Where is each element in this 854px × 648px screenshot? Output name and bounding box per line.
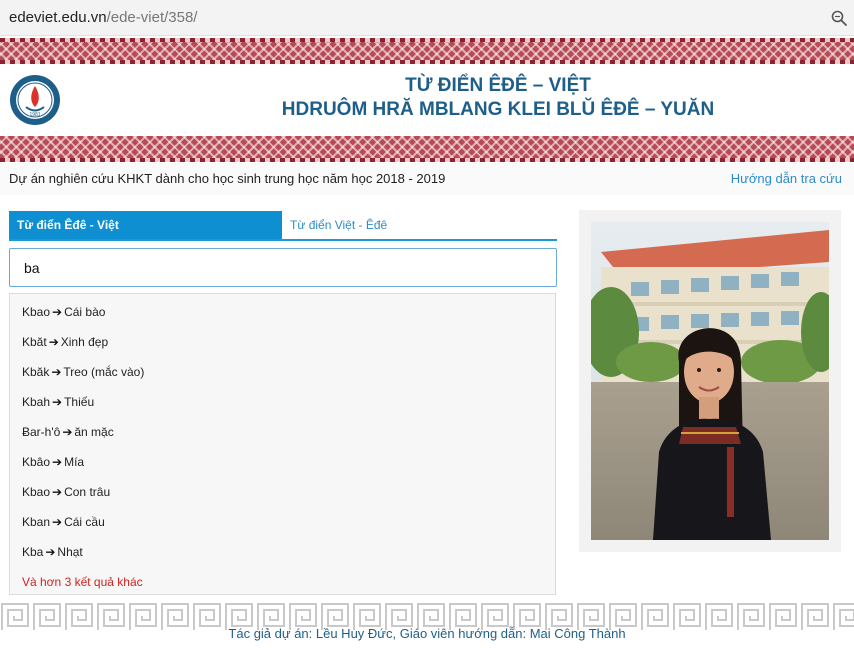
list-item[interactable]: Kbăt ➔ Xinh đẹp [22, 335, 108, 349]
page-title-line1: TỪ ĐIỂN ÊĐÊ – VIỆT [405, 75, 591, 96]
suggestion-list: Kbao ➔ Cái bào Kbăt ➔ Xinh đẹp Kbăk ➔ Treo (mắ… [9, 293, 556, 595]
header-pattern-top [0, 38, 854, 64]
tab-viet-ede[interactable]: Từ điển Việt - Êđê [282, 211, 482, 239]
arrow-right-icon: ➔ [52, 485, 63, 499]
arrow-right-icon: ➔ [62, 425, 73, 439]
project-bar: Dự án nghiên cứu KHKT dành cho học sinh … [0, 163, 854, 195]
site-header: 1981 TỪ ĐIỂN ÊĐÊ – VIỆT HDRUÔM HRĂ MBLAN… [0, 64, 854, 136]
list-item[interactable]: Kba ➔ Nhạt [22, 545, 83, 559]
arrow-right-icon: ➔ [52, 455, 63, 469]
search-input[interactable] [9, 248, 557, 287]
guide-link[interactable]: Hướng dẫn tra cứu [731, 171, 842, 186]
arrow-right-icon: ➔ [45, 545, 56, 559]
list-item[interactable]: Kbâo ➔ Mía [22, 455, 84, 469]
arrow-right-icon: ➔ [48, 335, 59, 349]
student-photo [591, 222, 829, 540]
footer-credit: Tác giả dự án: Lều Huy Đức, Giáo viên hư… [228, 626, 626, 641]
url-host: edeviet.edu.vn [9, 9, 107, 26]
url-text[interactable]: edeviet.edu.vn/ede-viet/358/ [9, 9, 197, 26]
arrow-right-icon: ➔ [52, 305, 63, 319]
arrow-right-icon: ➔ [51, 365, 62, 379]
tab-ede-viet[interactable]: Từ điển Êđê - Việt [9, 211, 282, 239]
list-item[interactable]: Kbao ➔ Cái bào [22, 305, 105, 319]
arrow-right-icon: ➔ [52, 395, 63, 409]
url-path: /ede-viet/358/ [106, 9, 198, 26]
list-item[interactable]: Ƀar-h'ô ➔ ăn mặc [22, 425, 114, 439]
dictionary-tabs: Từ điển Êđê - Việt Từ điển Việt - Êđê [9, 211, 557, 241]
arrow-right-icon: ➔ [52, 515, 63, 529]
list-item[interactable]: Kbah ➔ Thiếu [22, 395, 94, 409]
list-item[interactable]: Kban ➔ Cái cầu [22, 515, 105, 529]
project-description: Dự án nghiên cứu KHKT dành cho học sinh … [9, 171, 446, 186]
header-pattern-bottom [0, 136, 854, 162]
address-bar[interactable]: edeviet.edu.vn/ede-viet/358/ [0, 0, 854, 36]
list-item[interactable]: Kbăk ➔ Treo (mắc vào) [22, 365, 144, 379]
list-item[interactable]: Kbao ➔ Con trâu [22, 485, 110, 499]
site-footer: Tác giả dự án: Lều Huy Đức, Giáo viên hư… [0, 602, 854, 648]
footer-meander-pattern [0, 602, 854, 648]
magnifier-icon[interactable] [830, 9, 848, 27]
page-title-line2: HDRUÔM HRĂ MBLANG KLEI BLŬ ÊĐÊ – YUĂN [281, 99, 715, 120]
photo-panel [579, 210, 841, 552]
more-results-link[interactable]: Và hơn 3 kết quả khác [22, 575, 143, 589]
